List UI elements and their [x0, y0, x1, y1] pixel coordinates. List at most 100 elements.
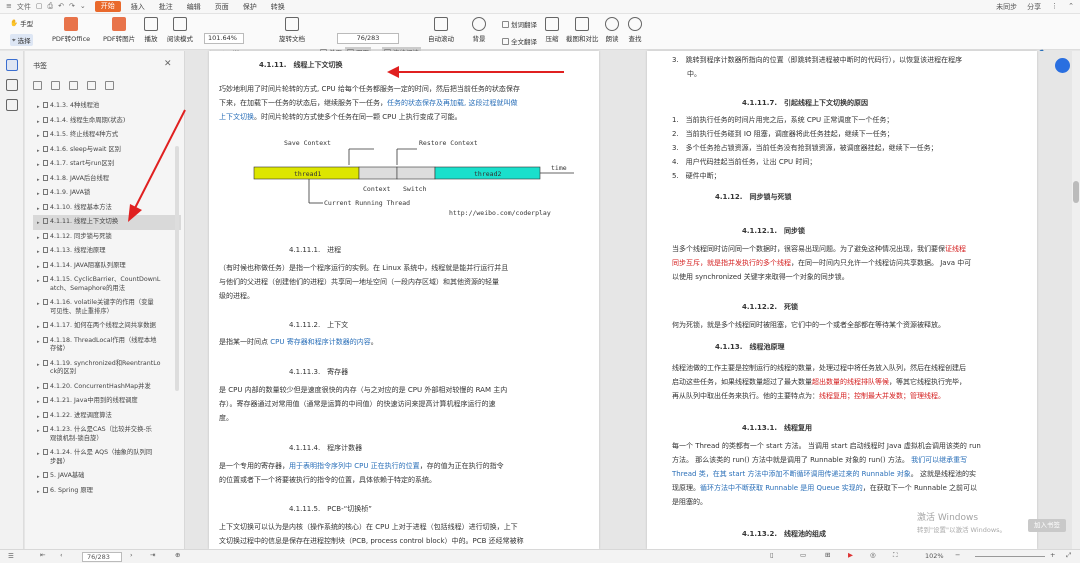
redo-icon[interactable]: ↷	[69, 2, 75, 12]
expand-caret-icon[interactable]: ▸	[37, 176, 40, 185]
expand-caret-icon[interactable]: ▸	[37, 338, 40, 347]
delete-bookmark-icon[interactable]	[87, 81, 96, 90]
rotate-button[interactable]: 旋转文档	[279, 17, 305, 43]
full-translate-button[interactable]: 全文翻译	[502, 36, 537, 46]
menu-home[interactable]: 开始	[94, 1, 121, 12]
menu-icon[interactable]: ≡	[6, 2, 12, 12]
annotation-icon[interactable]	[5, 99, 18, 111]
bookmark-item[interactable]: ▸ 5. JAVA基础	[33, 469, 181, 484]
expand-caret-icon[interactable]: ▸	[37, 473, 40, 482]
print-icon[interactable]: ⎙	[48, 2, 54, 12]
close-icon[interactable]: ✕	[164, 59, 172, 69]
word-translate-button[interactable]: 划词翻译	[502, 19, 537, 29]
expand-caret-icon[interactable]: ▸	[37, 277, 40, 286]
pdf-to-image-button[interactable]: PDF转图片	[103, 17, 135, 43]
bookmark-item[interactable]: ▸ 4.1.19. synchronized和ReentrantLo ck的区别	[33, 357, 181, 380]
bookmark-item[interactable]: ▸ 4.1.14. JAVA阻塞队列原理	[33, 259, 181, 274]
expand-all-icon[interactable]	[33, 81, 42, 90]
expand-caret-icon[interactable]: ▸	[37, 361, 40, 370]
bookmark-item[interactable]: ▸ 4.1.15. CyclicBarrier、CountDownL atch、S…	[33, 273, 181, 296]
more-icon[interactable]: ⋮	[1051, 2, 1058, 12]
expand-caret-icon[interactable]: ▸	[37, 323, 40, 332]
expand-caret-icon[interactable]: ▸	[37, 219, 40, 228]
add-bookmark-icon[interactable]	[69, 81, 78, 90]
zoom-out-icon[interactable]: −	[955, 551, 960, 559]
bookmark-item[interactable]: ▸ 4.1.13. 线程池原理	[33, 244, 181, 259]
expand-caret-icon[interactable]: ▸	[37, 398, 40, 407]
view-double-icon[interactable]: ▭	[800, 551, 806, 559]
expand-caret-icon[interactable]: ▸	[37, 118, 40, 127]
sidebar-toggle-icon[interactable]: ☰	[8, 552, 14, 560]
bookmark-item[interactable]: ▸ 4.1.17. 如何在两个线程之间共享数据	[33, 319, 181, 334]
expand-caret-icon[interactable]: ▸	[37, 263, 40, 272]
last-page-icon[interactable]: ⇥	[150, 551, 155, 559]
expand-caret-icon[interactable]: ▸	[37, 132, 40, 141]
dropdown-icon[interactable]: ⌄	[80, 2, 86, 12]
expand-caret-icon[interactable]: ▸	[37, 450, 40, 459]
view-single-icon[interactable]: ▯	[770, 551, 774, 559]
file-menu-label[interactable]: 文件	[17, 2, 31, 12]
collapse-icon[interactable]: ⌃	[1068, 2, 1074, 12]
menu-protect[interactable]: 保护	[236, 0, 264, 14]
expand-caret-icon[interactable]: ▸	[37, 190, 40, 199]
bookmark-item[interactable]: ▸ 6. Spring 原理	[33, 484, 181, 499]
background-button[interactable]: 背景	[472, 17, 486, 43]
menu-insert[interactable]: 插入	[124, 0, 152, 14]
auto-scroll-button[interactable]: 自动滚动	[428, 17, 454, 43]
sync-status[interactable]: 未同步	[996, 2, 1017, 12]
add-page-icon[interactable]: ⊕	[175, 551, 180, 559]
fit-icon[interactable]: ⤢	[1066, 551, 1071, 560]
read-aloud-button[interactable]: 朗读	[605, 17, 619, 43]
expand-caret-icon[interactable]: ▸	[37, 427, 40, 436]
undo-icon[interactable]: ↶	[58, 2, 64, 12]
menu-edit[interactable]: 编辑	[180, 0, 208, 14]
bookmark-item[interactable]: ▸ 4.1.18. ThreadLocal作用（线程本地 存储）	[33, 334, 181, 357]
expand-caret-icon[interactable]: ▸	[37, 248, 40, 257]
bookmark-item[interactable]: ▸ 4.1.23. 什么是CAS（比较并交换-乐 观锁机制-锁自旋）	[33, 423, 181, 446]
hand-tool[interactable]: ✋ 手型	[10, 18, 33, 28]
menu-page[interactable]: 页面	[208, 0, 236, 14]
edit-bookmark-icon[interactable]	[105, 81, 114, 90]
expand-caret-icon[interactable]: ▸	[37, 147, 40, 156]
bookmark-item[interactable]: ▸ 4.1.22. 进程调度算法	[33, 409, 181, 424]
bookmark-item[interactable]: ▸ 4.1.24. 什么是 AQS（抽象的队列同 步器）	[33, 446, 181, 469]
view-fit-icon[interactable]: ⊞	[825, 551, 830, 559]
compress-button[interactable]: 压缩	[545, 17, 559, 43]
scrollbar-thumb[interactable]	[1073, 181, 1079, 203]
play-button[interactable]: 播放	[144, 17, 158, 43]
assistant-icon[interactable]	[1055, 58, 1070, 73]
bookmark-item[interactable]: ▸ 4.1.16. volatile关键字的作用（变量 可见性、禁止重排序）	[33, 296, 181, 319]
collapse-all-icon[interactable]	[51, 81, 60, 90]
thumbnail-icon[interactable]	[5, 79, 18, 91]
fullscreen-icon[interactable]: ⛶	[893, 551, 898, 560]
bookmark-item[interactable]: ▸ 4.1.20. ConcurrentHashMap并发	[33, 380, 181, 395]
zoom-in-icon[interactable]: +	[1050, 551, 1055, 559]
select-tool[interactable]: ⌖ 选择	[10, 34, 33, 46]
expand-caret-icon[interactable]: ▸	[37, 300, 40, 309]
prev-page-icon[interactable]: ‹	[60, 551, 63, 559]
eye-icon[interactable]: ◎	[870, 551, 876, 559]
expand-caret-icon[interactable]: ▸	[37, 413, 40, 422]
pdf-to-office-button[interactable]: PDF转Office	[52, 17, 90, 43]
share-button[interactable]: 分享	[1027, 2, 1041, 12]
first-page-icon[interactable]: ⇤	[40, 551, 45, 559]
find-button[interactable]: 查找	[628, 17, 642, 43]
add-bookmark-float-button[interactable]: 加入书签	[1028, 519, 1066, 532]
bookmark-item[interactable]: ▸ 4.1.12. 同步锁与死锁	[33, 230, 181, 245]
expand-caret-icon[interactable]: ▸	[37, 234, 40, 243]
next-page-icon[interactable]: ›	[130, 551, 133, 559]
zoom-level[interactable]: 102%	[925, 552, 944, 560]
play-icon[interactable]: ▶	[848, 551, 853, 559]
bookmark-icon[interactable]	[5, 59, 18, 71]
expand-caret-icon[interactable]: ▸	[37, 161, 40, 170]
expand-caret-icon[interactable]: ▸	[37, 103, 40, 112]
zoom-slider[interactable]	[975, 556, 1045, 557]
save-icon[interactable]: ▢	[36, 2, 43, 12]
vertical-scrollbar[interactable]	[1072, 51, 1080, 549]
status-page-input[interactable]: 76/283	[82, 552, 122, 562]
menu-convert[interactable]: 转换	[264, 0, 292, 14]
read-mode-button[interactable]: 阅读模式	[167, 17, 193, 43]
expand-caret-icon[interactable]: ▸	[37, 205, 40, 214]
page-number-input[interactable]: 76/283	[337, 33, 399, 44]
screenshot-button[interactable]: 截图和对比	[566, 17, 599, 43]
